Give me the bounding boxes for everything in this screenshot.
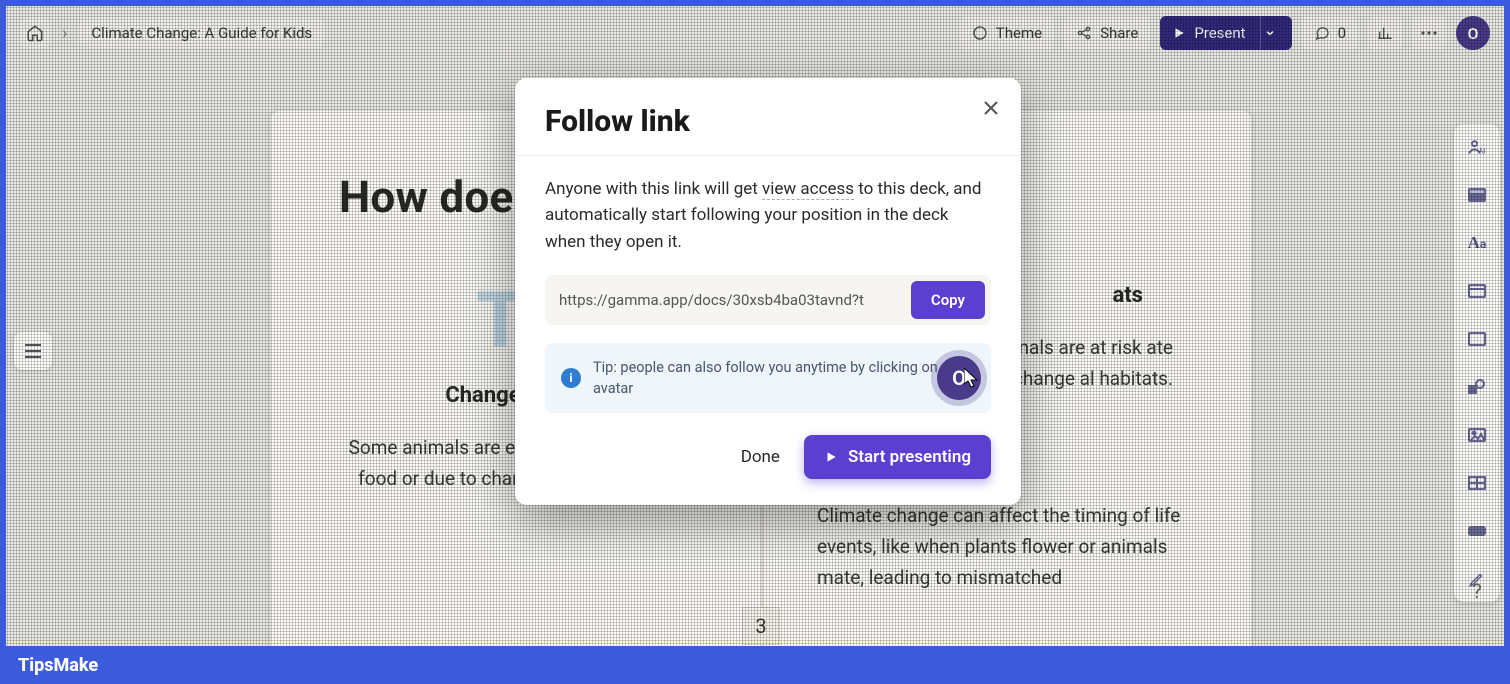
modal-title: Follow link [545, 104, 991, 139]
play-icon [824, 450, 838, 464]
footer-bar: TipsMake [0, 646, 1510, 684]
modal-description: Anyone with this link will get view acce… [545, 176, 991, 255]
tip-avatar[interactable]: O [937, 356, 981, 400]
start-presenting-button[interactable]: Start presenting [804, 435, 991, 479]
done-button[interactable]: Done [735, 437, 786, 477]
tip-text: Tip: people can also follow you anytime … [593, 357, 975, 399]
copy-button[interactable]: Copy [911, 281, 985, 319]
view-access-term: view access [762, 179, 854, 200]
start-label: Start presenting [848, 447, 971, 467]
modal-overlay[interactable]: Follow link Anyone with this link will g… [6, 6, 1504, 646]
close-button[interactable] [977, 94, 1005, 122]
follow-link-modal: Follow link Anyone with this link will g… [515, 78, 1021, 505]
link-input[interactable] [551, 281, 911, 319]
info-icon: i [561, 368, 581, 388]
tip-box: i Tip: people can also follow you anytim… [545, 343, 991, 413]
modal-divider [515, 155, 1021, 156]
link-row: Copy [545, 275, 991, 325]
modal-actions: Done Start presenting [545, 435, 991, 479]
footer-brand: TipsMake [18, 655, 98, 676]
close-icon [983, 100, 999, 116]
